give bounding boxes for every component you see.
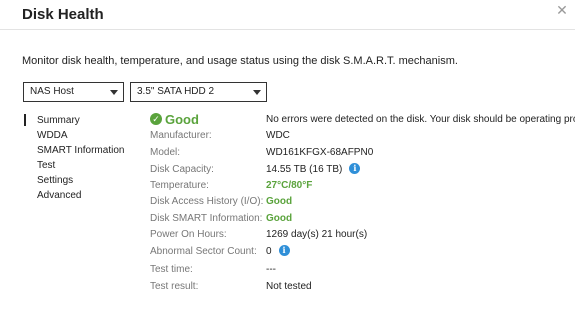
row-label: Disk Access History (I/O): xyxy=(150,196,264,207)
row-value: 1269 day(s) 21 hour(s) xyxy=(266,229,368,240)
host-select-value: NAS Host xyxy=(30,86,74,97)
side-nav: Summary WDDA SMART Information Test Sett… xyxy=(24,113,134,203)
row-label: Test time: xyxy=(150,264,193,275)
row-label: Test result: xyxy=(150,281,199,292)
row-label: Disk Capacity: xyxy=(150,164,214,175)
window-title: Disk Health xyxy=(22,6,104,23)
row-value: WD161KFGX-68AFPN0 xyxy=(266,147,374,158)
row-value: 14.55 TB (16 TB) xyxy=(266,164,343,175)
row-label: Power On Hours: xyxy=(150,229,227,240)
info-icon[interactable]: i xyxy=(278,244,290,256)
disk-select-value: 3.5" SATA HDD 2 xyxy=(137,86,215,97)
chevron-down-icon xyxy=(253,90,261,95)
health-status-text: Good xyxy=(165,111,199,127)
title-bar: Disk Health ✕ xyxy=(0,0,575,30)
row-value-wrap: 0i xyxy=(266,244,290,259)
nav-item-settings[interactable]: Settings xyxy=(24,173,134,188)
row-value: Good xyxy=(266,213,293,224)
row-value: 27°C/80°F xyxy=(266,180,313,191)
row-value: Good xyxy=(266,196,293,207)
info-icon[interactable]: i xyxy=(349,162,361,174)
disk-select[interactable]: 3.5" SATA HDD 2 xyxy=(130,82,267,102)
page-description: Monitor disk health, temperature, and us… xyxy=(22,55,458,67)
nav-item-test[interactable]: Test xyxy=(24,158,134,173)
row-value-wrap: 14.55 TB (16 TB) i xyxy=(266,162,361,177)
close-icon[interactable]: ✕ xyxy=(555,3,569,17)
row-label: Temperature: xyxy=(150,180,209,191)
row-label: Disk SMART Information: xyxy=(150,213,263,224)
row-value: --- xyxy=(266,264,276,275)
nav-item-summary[interactable]: Summary xyxy=(24,113,134,128)
nav-item-smart-information[interactable]: SMART Information xyxy=(24,143,134,158)
host-select[interactable]: NAS Host xyxy=(23,82,124,102)
row-label: Model: xyxy=(150,147,181,158)
row-value: 0 xyxy=(266,246,272,257)
nav-item-wdda[interactable]: WDDA xyxy=(24,128,134,143)
row-value: WDC xyxy=(266,130,290,141)
row-value: Not tested xyxy=(266,281,312,292)
row-label: Abnormal Sector Count: xyxy=(150,246,257,257)
row-label: Manufacturer: xyxy=(150,130,212,141)
chevron-down-icon xyxy=(110,90,118,95)
health-status-message: No errors were detected on the disk. You… xyxy=(266,114,575,125)
health-status: ✓ Good xyxy=(150,111,199,127)
check-circle-icon: ✓ xyxy=(150,113,162,125)
nav-item-advanced[interactable]: Advanced xyxy=(24,188,134,203)
